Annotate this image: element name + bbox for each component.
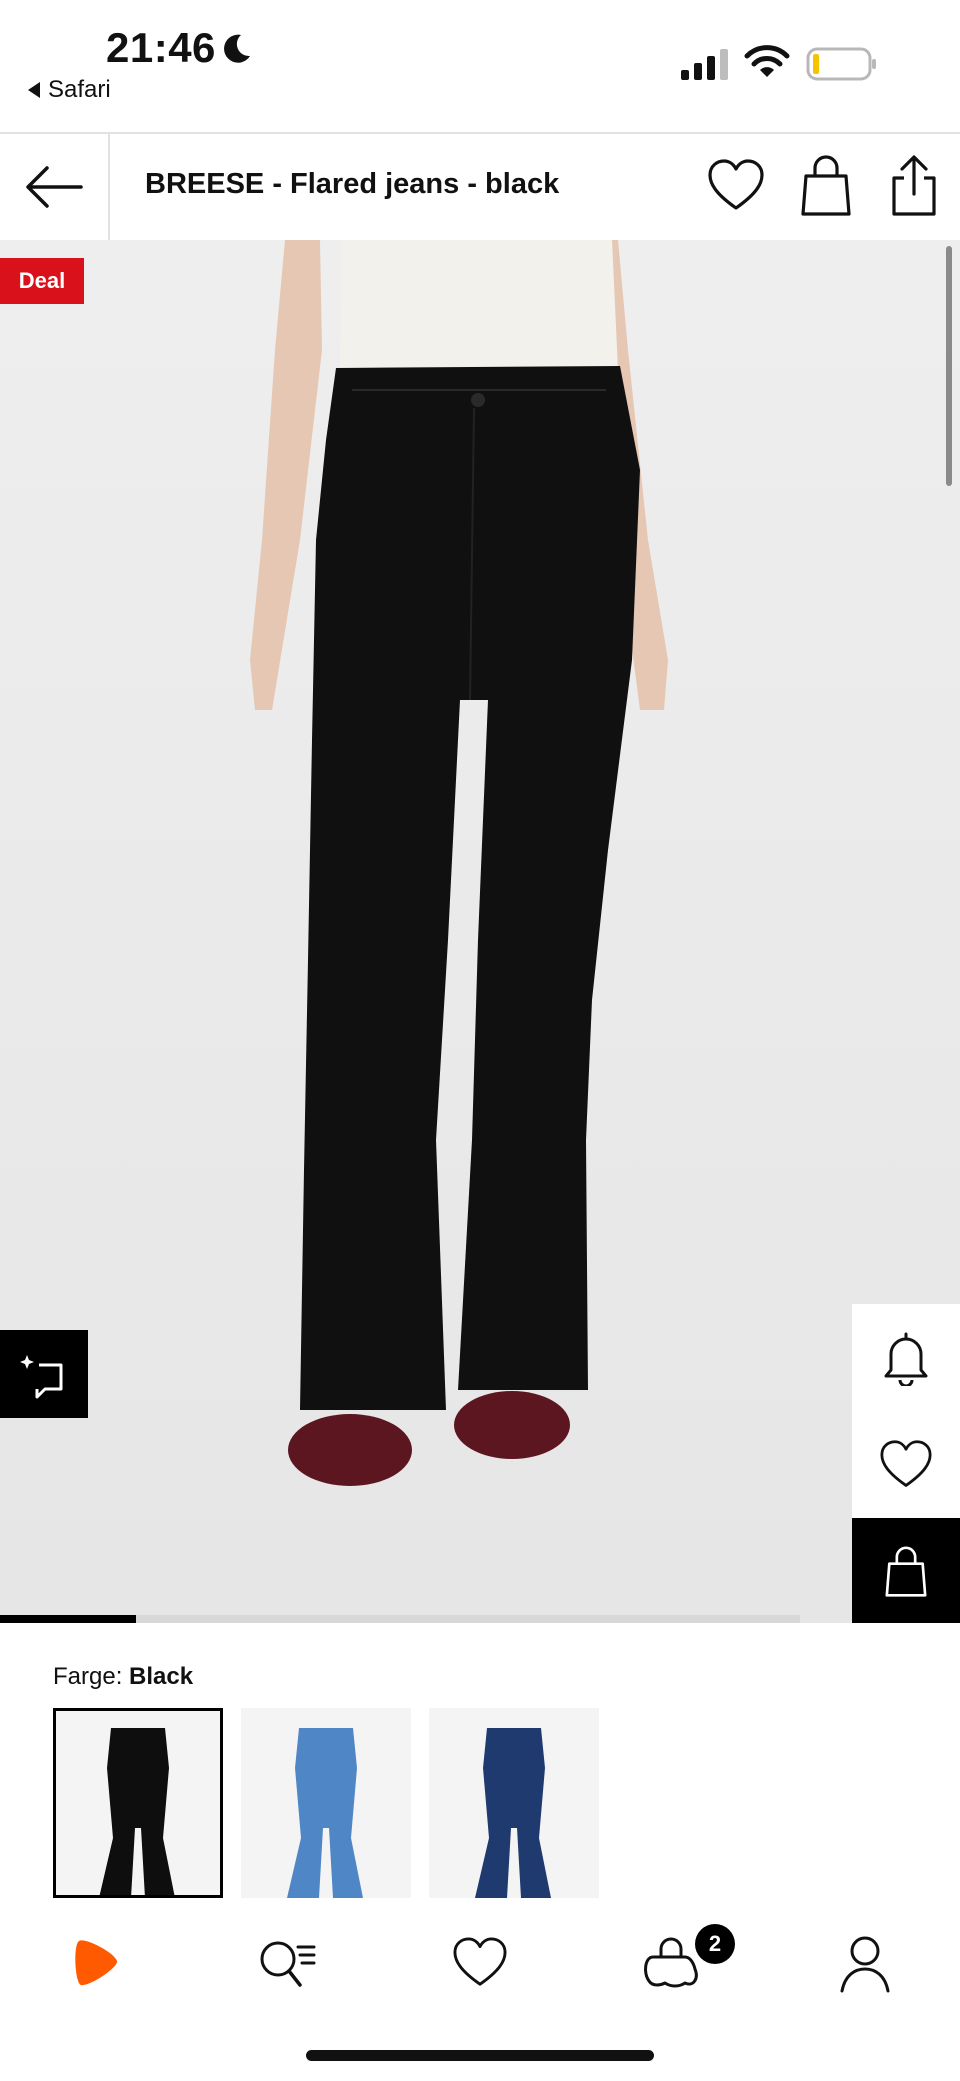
- bag-icon[interactable]: [796, 154, 856, 218]
- color-label: Farge: Black: [53, 1663, 193, 1691]
- cart-count-badge: 2: [695, 1924, 735, 1964]
- cart-icon: [644, 1937, 698, 1988]
- status-bar: 21:46 Safari: [0, 0, 960, 132]
- side-wishlist-button[interactable]: [852, 1411, 960, 1518]
- price-alert-button[interactable]: [852, 1304, 960, 1411]
- arrow-left-icon: [26, 166, 83, 208]
- color-swatches: [53, 1708, 933, 1898]
- bag-icon: [885, 1546, 927, 1597]
- compare-icon: [20, 1355, 63, 1399]
- back-to-safari-link[interactable]: Safari: [26, 76, 111, 104]
- heart-icon[interactable]: [706, 156, 766, 216]
- home-indicator: [306, 2050, 654, 2061]
- compare-button[interactable]: [0, 1330, 88, 1418]
- share-icon[interactable]: [886, 154, 942, 218]
- back-button[interactable]: [0, 134, 110, 240]
- profile-icon: [840, 1936, 890, 1993]
- back-app-label: Safari: [48, 76, 111, 103]
- tab-search[interactable]: [242, 1918, 332, 2008]
- swatch-light-blue-image: [241, 1708, 411, 1898]
- wifi-icon: [744, 45, 790, 77]
- selected-color-name: Black: [129, 1663, 194, 1690]
- swatch-dark-blue-image: [429, 1708, 599, 1898]
- bell-icon: [884, 1332, 928, 1386]
- swatch-dark-blue[interactable]: [429, 1708, 599, 1898]
- swatch-black[interactable]: [53, 1708, 223, 1898]
- nav-header: BREESE - Flared jeans - black: [0, 132, 960, 242]
- product-photo: [0, 240, 960, 1623]
- clock: 21:46: [106, 24, 216, 71]
- side-actions: [852, 1304, 960, 1623]
- image-progress-fill: [0, 1615, 136, 1623]
- swatch-black-image: [53, 1708, 223, 1898]
- battery-icon: [806, 47, 876, 81]
- tab-profile[interactable]: [820, 1918, 910, 2008]
- deal-badge: Deal: [0, 258, 84, 304]
- moon-icon: [224, 34, 250, 63]
- product-image-gallery[interactable]: Deal: [0, 240, 960, 1623]
- search-icon: [260, 1941, 316, 1987]
- tab-home[interactable]: [50, 1918, 140, 2008]
- back-triangle-icon: [28, 82, 40, 98]
- wishlist-icon: [453, 1937, 507, 1986]
- heart-icon: [880, 1439, 932, 1487]
- scrollbar[interactable]: [946, 246, 952, 486]
- tab-wishlist[interactable]: [435, 1918, 525, 2008]
- signal-icon: [681, 49, 728, 80]
- home-logo-icon: [75, 1940, 118, 1986]
- product-title: BREESE - Flared jeans - black: [145, 168, 560, 200]
- add-to-bag-button[interactable]: [852, 1518, 960, 1623]
- swatch-light-blue[interactable]: [241, 1708, 411, 1898]
- color-label-prefix: Farge:: [53, 1663, 123, 1690]
